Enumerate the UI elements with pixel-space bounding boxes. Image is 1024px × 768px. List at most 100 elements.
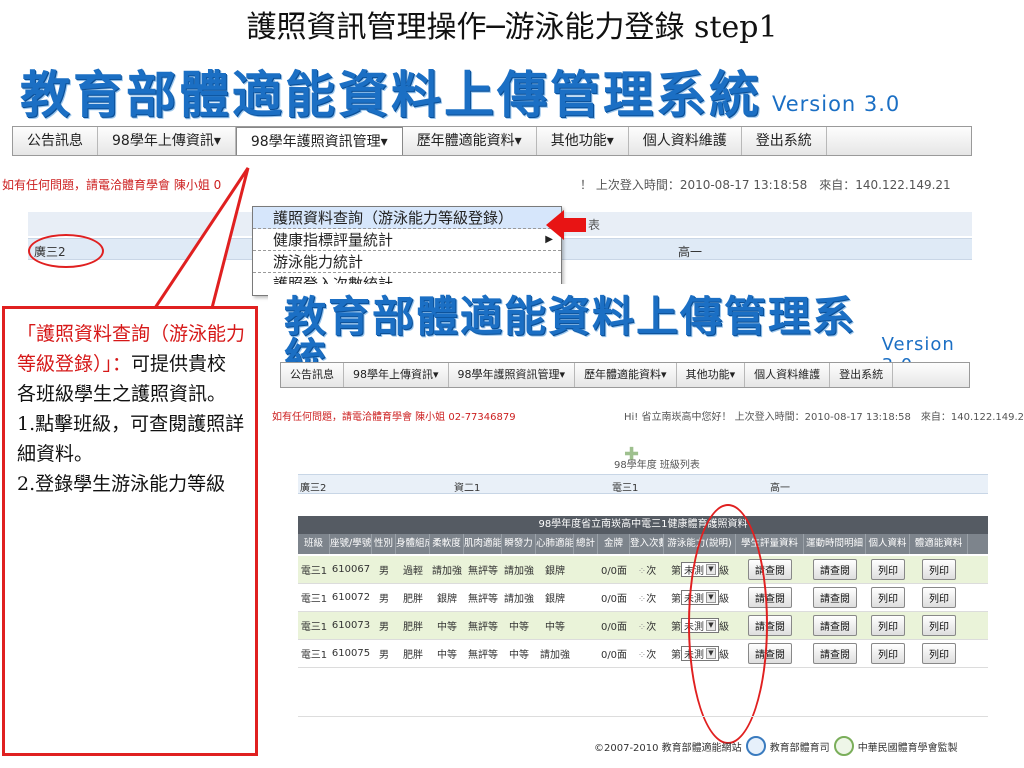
table-cell: 無評等 bbox=[468, 566, 498, 577]
fitness-data-print-button[interactable]: 列印 bbox=[922, 615, 956, 636]
table-cell: 肥胖 bbox=[403, 622, 423, 633]
column-header: 身體組成 bbox=[396, 534, 430, 554]
column-header: 性別 bbox=[372, 534, 396, 554]
table-cell: 電三1 bbox=[300, 650, 328, 661]
class-row: 廣三2 資二1 電三1 高一 bbox=[298, 474, 988, 494]
table-cell: 610073 bbox=[331, 620, 371, 631]
loading-spinner-icon: ⁘ bbox=[637, 594, 647, 605]
table-cell: 610067 bbox=[331, 564, 371, 575]
table-cell: 銀牌 bbox=[545, 566, 565, 577]
table-cell: 無評等 bbox=[468, 650, 498, 661]
exercise-time-button[interactable]: 請查閱 bbox=[813, 559, 857, 580]
association-logo-icon bbox=[833, 736, 854, 756]
nav-upload-info[interactable]: 98學年上傳資訊▾ bbox=[344, 363, 449, 387]
table-row: 電三1 610067 男過輕 請加強 無評等 請加強 銀牌 0/0面 ⁘ 次第未測 ▼ 級請查閱 請查… bbox=[298, 556, 988, 584]
fitness-data-print-button[interactable]: 列印 bbox=[922, 643, 956, 664]
exercise-time-button[interactable]: 請查閱 bbox=[813, 615, 857, 636]
footer: ©2007-2010 教育部體適能網站 教育部體育司 中華民國體育學會監製 bbox=[594, 736, 958, 756]
table-cell: 列印 bbox=[866, 587, 910, 608]
personal-data-print-button[interactable]: 列印 bbox=[871, 587, 905, 608]
table-cell: 中等 bbox=[437, 650, 457, 661]
personal-data-print-button[interactable]: 列印 bbox=[871, 643, 905, 664]
loading-spinner-icon: ⁘ bbox=[637, 566, 647, 577]
fitness-data-print-button[interactable]: 列印 bbox=[922, 559, 956, 580]
class-list-title: 98學年度 班級列表 bbox=[614, 460, 700, 471]
footer-copyright: ©2007-2010 教育部體適能網站 bbox=[594, 742, 742, 754]
login-count-cell: ⁘ 次 bbox=[630, 646, 664, 661]
table-cell: 列印 bbox=[910, 643, 968, 664]
table-cell: 請加強 bbox=[504, 566, 534, 577]
passport-table-body: 電三1 610067 男過輕 請加強 無評等 請加強 銀牌 0/0面 ⁘ 次第未測 ▼ 級請查閱 請查… bbox=[298, 556, 988, 668]
contact-info: 如有任何問題，請電洽體育學會 陳小姐 02-77346879 bbox=[272, 412, 516, 423]
table-cell: 610072 bbox=[331, 592, 371, 603]
nav-profile[interactable]: 個人資料維護 bbox=[745, 363, 831, 387]
login-info: ！ 上次登入時間：2010-08-17 13:18:58 來自：140.122.… bbox=[580, 178, 951, 192]
table-cell: 0/0面 bbox=[600, 622, 628, 633]
table-cell: 請加強 bbox=[432, 566, 462, 577]
class-link[interactable]: 電三1 bbox=[612, 479, 638, 494]
table-cell: 銀牌 bbox=[437, 594, 457, 605]
table-cell: 中等 bbox=[509, 650, 529, 661]
loading-spinner-icon: ⁘ bbox=[637, 622, 647, 633]
nav-announcements[interactable]: 公告訊息 bbox=[281, 363, 344, 387]
table-header: 班級座號/學號性別身體組成柔軟度肌肉適能瞬發力心肺適能總計金牌登入次數游泳能力(… bbox=[298, 534, 988, 554]
nav-history-fitness[interactable]: 歷年體適能資料▾ bbox=[575, 363, 677, 387]
personal-data-print-button[interactable]: 列印 bbox=[871, 559, 905, 580]
footer-org-1: 教育部體育司 bbox=[769, 742, 830, 754]
info-row: 如有任何問題，請電洽體育學會 陳小姐 02-77346879 Hi! 省立南崁高… bbox=[268, 406, 1024, 423]
column-header: 心肺適能 bbox=[536, 534, 574, 554]
table-cell: 0/0面 bbox=[600, 566, 628, 577]
personal-data-print-button[interactable]: 列印 bbox=[871, 615, 905, 636]
nav-history-fitness[interactable]: 歷年體適能資料▾ bbox=[403, 127, 537, 155]
table-cell: 列印 bbox=[866, 643, 910, 664]
highlight-oval bbox=[688, 504, 768, 744]
column-header: 登入次數 bbox=[630, 534, 664, 554]
table-cell: 電三1 bbox=[300, 594, 328, 605]
column-header: 個人資料 bbox=[866, 534, 910, 554]
table-cell: 中等 bbox=[545, 622, 565, 633]
class-list-header: ✚ 98學年度 班級列表 bbox=[298, 444, 978, 474]
class-link[interactable]: 廣三2 bbox=[300, 479, 326, 494]
table-cell: 肥胖 bbox=[403, 594, 423, 605]
class-link[interactable]: 資二1 bbox=[454, 479, 480, 494]
table-cell: 電三1 bbox=[300, 566, 328, 577]
exercise-time-button[interactable]: 請查閱 bbox=[813, 643, 857, 664]
table-cell: 請加強 bbox=[540, 650, 570, 661]
class-list-title-fragment: 表 bbox=[588, 218, 601, 232]
column-header: 體適能資料 bbox=[910, 534, 968, 554]
table-cell: 中等 bbox=[437, 622, 457, 633]
column-header: 座號/學號 bbox=[330, 534, 372, 554]
swim-level-prefix: 第 bbox=[671, 650, 681, 661]
swim-level-prefix: 第 bbox=[671, 566, 681, 577]
nav-other-functions[interactable]: 其他功能▾ bbox=[677, 363, 746, 387]
nav-logout[interactable]: 登出系統 bbox=[830, 363, 894, 387]
nav-passport-management[interactable]: 98學年護照資訊管理▾ bbox=[449, 363, 576, 387]
table-row: 電三1 610072 男肥胖 銀牌 無評等 請加強 銀牌 0/0面 ⁘ 次第未測 ▼ 級請查閱 請查閱… bbox=[298, 584, 988, 612]
nav-other-functions[interactable]: 其他功能▾ bbox=[537, 127, 629, 155]
table-cell: 請查閱 bbox=[804, 643, 866, 664]
nav-logout[interactable]: 登出系統 bbox=[742, 127, 827, 155]
table-cell: 列印 bbox=[910, 587, 968, 608]
column-header: 總計 bbox=[574, 534, 598, 554]
table-caption: 98學年度省立南崁高中電三1健康體育護照資料 bbox=[298, 516, 988, 534]
table-cell: 電三1 bbox=[300, 622, 328, 633]
ministry-seal-icon bbox=[745, 736, 766, 756]
table-cell: 男 bbox=[379, 622, 389, 633]
callout-pointer bbox=[152, 167, 250, 310]
table-cell: 0/0面 bbox=[600, 594, 628, 605]
table-cell: 過輕 bbox=[403, 566, 423, 577]
table-cell: 銀牌 bbox=[545, 594, 565, 605]
callout-step-2: 2.登錄學生游泳能力等級 bbox=[17, 473, 226, 495]
nav-profile[interactable]: 個人資料維護 bbox=[629, 127, 742, 155]
class-link[interactable]: 高一 bbox=[770, 479, 790, 494]
red-pointer-arrow-icon bbox=[546, 210, 586, 240]
login-count-unit: 次 bbox=[646, 650, 657, 661]
table-cell: 請加強 bbox=[504, 594, 534, 605]
table-cell: 請查閱 bbox=[804, 615, 866, 636]
column-header: 金牌 bbox=[598, 534, 630, 554]
class-link[interactable]: 高一 bbox=[678, 243, 702, 260]
exercise-time-button[interactable]: 請查閱 bbox=[813, 587, 857, 608]
table-cell: 肥胖 bbox=[403, 650, 423, 661]
fitness-data-print-button[interactable]: 列印 bbox=[922, 587, 956, 608]
table-cell: 男 bbox=[379, 594, 389, 605]
